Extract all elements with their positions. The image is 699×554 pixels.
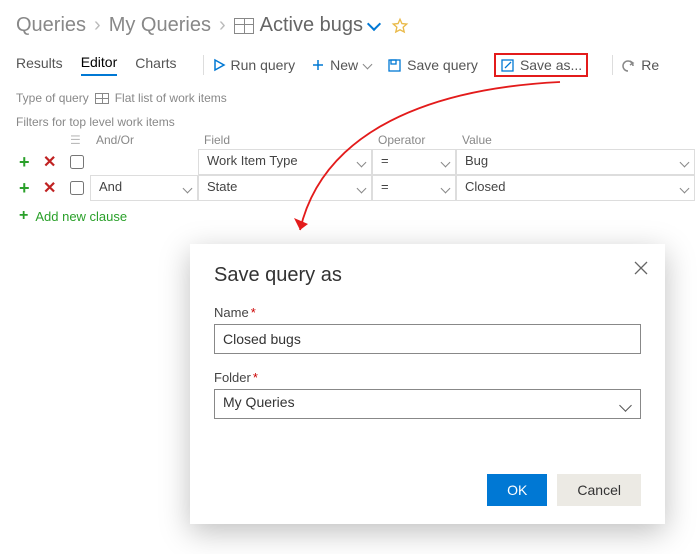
save-query-button[interactable]: Save query bbox=[387, 57, 478, 73]
run-query-button[interactable]: Run query bbox=[212, 57, 296, 73]
chevron-down-icon bbox=[183, 184, 193, 194]
operator-input[interactable]: = bbox=[372, 175, 456, 201]
value-input[interactable]: Bug bbox=[456, 149, 695, 175]
play-icon bbox=[212, 58, 226, 72]
star-icon[interactable] bbox=[391, 17, 409, 35]
dialog-buttons: OK Cancel bbox=[487, 474, 641, 506]
chevron-right-icon: › bbox=[219, 14, 226, 37]
divider bbox=[612, 55, 613, 75]
close-button[interactable] bbox=[633, 260, 649, 276]
filters-header: Filters for top level work items bbox=[0, 109, 699, 131]
save-as-label: Save as... bbox=[520, 57, 582, 73]
remove-clause-button[interactable]: ✕ bbox=[40, 180, 59, 197]
dialog-title: Save query as bbox=[214, 264, 641, 287]
name-label: Name* bbox=[214, 305, 641, 320]
filter-row: + ✕ And State = Closed bbox=[16, 175, 695, 201]
folder-select[interactable]: My Queries bbox=[214, 389, 641, 419]
andor-input[interactable]: And bbox=[90, 175, 198, 201]
run-query-label: Run query bbox=[231, 57, 296, 73]
list-icon: ☰ bbox=[70, 133, 81, 147]
name-input[interactable] bbox=[214, 324, 641, 354]
chevron-down-icon bbox=[680, 184, 690, 194]
revert-button[interactable]: Re bbox=[621, 57, 659, 73]
col-field: Field bbox=[198, 131, 372, 149]
field-input[interactable]: State bbox=[198, 175, 372, 201]
cancel-button[interactable]: Cancel bbox=[557, 474, 641, 506]
filter-header-row: ☰ And/Or Field Operator Value bbox=[16, 131, 695, 149]
add-clause-button[interactable]: + bbox=[16, 152, 33, 172]
chevron-down-icon bbox=[619, 399, 632, 412]
value-input[interactable]: Closed bbox=[456, 175, 695, 201]
command-bar: Results Editor Charts Run query New Save… bbox=[0, 45, 699, 85]
save-icon bbox=[387, 58, 402, 73]
query-type-label: Type of query bbox=[16, 91, 89, 105]
chevron-down-icon bbox=[441, 184, 451, 194]
plus-icon: + bbox=[16, 207, 31, 225]
folder-value: My Queries bbox=[223, 394, 295, 410]
breadcrumb-mid[interactable]: My Queries bbox=[109, 14, 211, 37]
ok-button[interactable]: OK bbox=[487, 474, 547, 506]
chevron-down-icon bbox=[357, 158, 367, 168]
add-new-clause-label: Add new clause bbox=[35, 209, 127, 224]
tab-results[interactable]: Results bbox=[16, 55, 63, 75]
list-icon bbox=[234, 18, 254, 34]
chevron-down-icon bbox=[363, 59, 373, 69]
undo-icon bbox=[621, 58, 636, 73]
add-new-clause-button[interactable]: + Add new clause bbox=[0, 201, 699, 225]
divider bbox=[203, 55, 204, 75]
chevron-down-icon bbox=[357, 184, 367, 194]
save-as-button[interactable]: Save as... bbox=[494, 53, 588, 77]
new-button[interactable]: New bbox=[311, 57, 371, 73]
filter-row: + ✕ Work Item Type = Bug bbox=[16, 149, 695, 175]
breadcrumb: Queries › My Queries › Active bugs bbox=[0, 0, 699, 45]
save-as-icon bbox=[500, 58, 515, 73]
chevron-down-icon bbox=[441, 158, 451, 168]
field-input[interactable]: Work Item Type bbox=[198, 149, 372, 175]
add-clause-button[interactable]: + bbox=[16, 178, 33, 198]
new-label: New bbox=[330, 57, 358, 73]
save-query-as-dialog: Save query as Name* Folder* My Queries O… bbox=[190, 244, 665, 524]
row-checkbox[interactable] bbox=[70, 155, 84, 169]
col-value: Value bbox=[456, 131, 695, 149]
andor-cell bbox=[90, 149, 198, 175]
close-icon bbox=[633, 260, 649, 276]
breadcrumb-root[interactable]: Queries bbox=[16, 14, 86, 37]
chevron-right-icon: › bbox=[94, 14, 101, 37]
tab-editor[interactable]: Editor bbox=[81, 54, 118, 76]
row-checkbox[interactable] bbox=[70, 181, 84, 195]
remove-clause-button[interactable]: ✕ bbox=[40, 154, 59, 171]
query-type-row: Type of query Flat list of work items bbox=[0, 85, 699, 109]
flat-list-icon bbox=[95, 93, 109, 104]
breadcrumb-leaf[interactable]: Active bugs bbox=[260, 14, 363, 37]
chevron-down-icon[interactable] bbox=[367, 17, 381, 31]
filter-table: ☰ And/Or Field Operator Value + ✕ Work I… bbox=[16, 131, 695, 201]
chevron-down-icon bbox=[680, 158, 690, 168]
plus-icon bbox=[311, 58, 325, 72]
tab-charts[interactable]: Charts bbox=[135, 55, 176, 75]
query-type-value[interactable]: Flat list of work items bbox=[115, 91, 227, 105]
operator-input[interactable]: = bbox=[372, 149, 456, 175]
folder-label: Folder* bbox=[214, 370, 641, 385]
col-andor: And/Or bbox=[90, 131, 198, 149]
col-operator: Operator bbox=[372, 131, 456, 149]
save-label: Save query bbox=[407, 57, 478, 73]
revert-label: Re bbox=[641, 57, 659, 73]
